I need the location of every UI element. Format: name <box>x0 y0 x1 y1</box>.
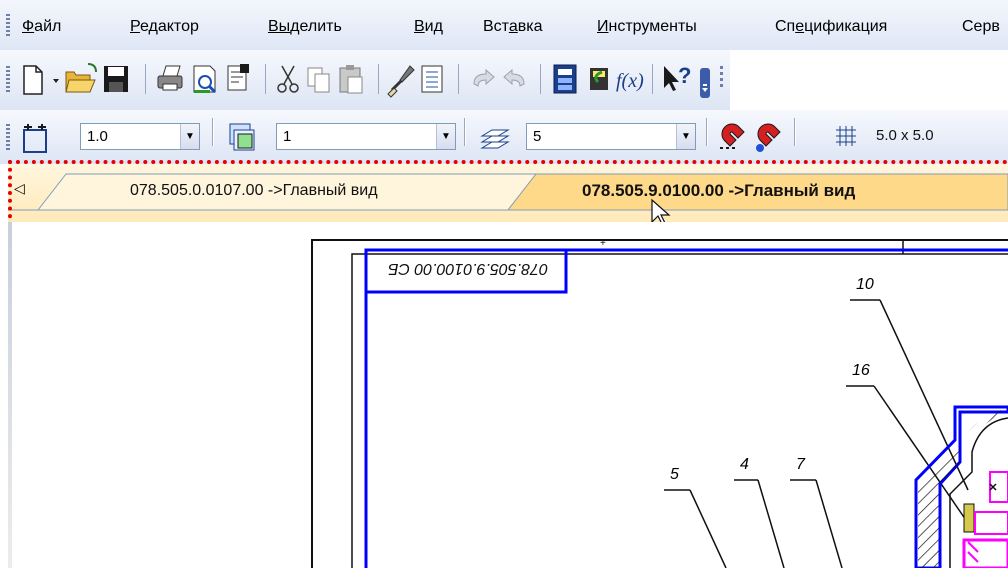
step-combo[interactable]: 1.0 ▼ <box>80 123 200 150</box>
grid-size-label[interactable]: 5.0 x 5.0 <box>876 127 934 144</box>
snap-local-icon[interactable] <box>716 118 752 156</box>
tab-drop-indicator-top <box>8 160 1008 164</box>
menu-view-label: ид <box>424 18 443 35</box>
menu-insert[interactable]: Вставка <box>483 18 542 36</box>
menu-insert-label: вка <box>517 18 543 35</box>
separator <box>794 118 795 146</box>
copy-icon[interactable] <box>307 67 330 93</box>
callout-7 <box>790 479 843 568</box>
callout-label-4: 4 <box>740 456 749 473</box>
tab-document-1[interactable]: 078.505.0.0107.00 ->Главный вид <box>130 182 378 200</box>
print-preview-icon[interactable] <box>193 65 217 94</box>
callout-label-16: 16 <box>852 362 870 379</box>
callout-5 <box>664 489 727 568</box>
menu-file[interactable]: Файл <box>22 18 61 36</box>
layer-value: 5 <box>533 128 542 145</box>
layer-combo[interactable]: 5 ▼ <box>526 123 696 150</box>
menu-editor-accel: Р <box>130 18 140 35</box>
new-document-icon[interactable] <box>23 65 43 95</box>
callout-4 <box>734 479 785 568</box>
current-state-toolbar: 1.0 ▼ 1 ▼ 5 ▼ 5.0 x 5.0 <box>0 110 1008 164</box>
grid-icon[interactable] <box>834 124 858 148</box>
toolbar-overflow-icon[interactable] <box>700 68 710 98</box>
part-section <box>914 405 1008 568</box>
manager-icon[interactable] <box>553 64 577 94</box>
menu-view-accel: В <box>414 18 425 35</box>
format-brush-icon[interactable] <box>387 65 415 98</box>
separator <box>464 118 465 146</box>
chevron-down-icon[interactable]: ▼ <box>436 124 455 149</box>
menu-insert-pre: Вст <box>483 18 509 35</box>
separator <box>212 118 213 146</box>
callout-label-7: 7 <box>796 456 805 473</box>
menu-editor-label: едактор <box>139 18 199 35</box>
document-tab-bar: ◁ 078.505.0.0107.00 ->Главный вид 078.50… <box>8 164 1008 227</box>
menu-select-accel: Вы <box>268 18 291 35</box>
drawing-sheet: 078.505.9.0100.00 СБ + <box>311 238 1008 568</box>
toolbar-empty-area <box>730 50 1008 110</box>
paste-icon[interactable] <box>339 65 363 94</box>
menu-file-label: айл <box>34 18 62 35</box>
views-icon[interactable] <box>226 120 262 156</box>
menu-tools-label: нструменты <box>608 18 697 35</box>
cursor-step-icon[interactable] <box>18 118 58 158</box>
redo-icon[interactable] <box>503 68 525 87</box>
document-properties-icon[interactable] <box>227 64 249 91</box>
menu-select[interactable]: Выделить <box>268 18 342 36</box>
report-icon[interactable] <box>421 65 443 93</box>
context-help-icon[interactable]: ? <box>664 63 691 91</box>
menu-view[interactable]: Вид <box>414 18 443 36</box>
undo-icon[interactable] <box>473 68 495 87</box>
variables-fx-icon[interactable]: f(x) <box>616 70 644 92</box>
view-combo[interactable]: 1 ▼ <box>276 123 456 150</box>
snap-global-icon[interactable] <box>752 118 788 156</box>
menu-bar: Файл Редактор Выделить Вид Вставка Инстр… <box>0 0 1008 50</box>
step-value: 1.0 <box>87 128 108 145</box>
standard-toolbar-icons: f(x) ? <box>23 50 1008 110</box>
menu-insert-accel: а <box>508 18 518 35</box>
open-folder-icon[interactable] <box>65 63 97 93</box>
menu-file-accel: Ф <box>22 18 35 35</box>
print-icon[interactable] <box>157 65 183 91</box>
library-icon[interactable] <box>590 68 608 90</box>
menu-specification[interactable]: Спецификация <box>775 18 887 36</box>
toolbar-grip-icon[interactable] <box>720 66 723 87</box>
cut-icon[interactable] <box>277 65 299 93</box>
menu-grip[interactable] <box>6 14 10 38</box>
menu-editor[interactable]: Редактор <box>130 18 199 36</box>
chevron-down-icon[interactable]: ▼ <box>180 124 199 149</box>
layers-icon[interactable] <box>478 120 514 156</box>
menu-spec-label: цификация <box>804 18 888 35</box>
callout-label-10: 10 <box>856 276 874 293</box>
separator <box>706 118 707 146</box>
tab-drop-indicator-left <box>8 160 12 226</box>
callout-label-5: 5 <box>670 466 679 483</box>
svg-text:?: ? <box>678 63 691 88</box>
svg-text:f(x): f(x) <box>616 70 644 92</box>
menu-tools[interactable]: Инструменты <box>597 18 697 36</box>
chevron-down-icon[interactable]: ▼ <box>676 124 695 149</box>
toolbar2-grip[interactable] <box>6 124 10 150</box>
menu-tools-accel: И <box>597 18 609 35</box>
sheet-mark: + <box>600 238 606 249</box>
menu-service[interactable]: Серв <box>962 18 1000 36</box>
drawing-canvas[interactable]: 078.505.9.0100.00 СБ + 10 16 5 4 7 <box>0 222 1008 568</box>
standard-toolbar: f(x) ? <box>0 50 1008 110</box>
tab-document-2-active[interactable]: 078.505.9.0100.00 ->Главный вид <box>582 181 855 201</box>
view-value: 1 <box>283 128 292 145</box>
dropdown-arrow-icon[interactable] <box>53 79 59 83</box>
menu-spec-accel: е <box>795 18 805 35</box>
menu-select-label: делить <box>290 18 342 35</box>
stamp-text: 078.505.9.0100.00 СБ <box>388 260 548 277</box>
menu-spec-pre: Сп <box>775 18 796 35</box>
save-icon[interactable] <box>104 66 128 92</box>
menu-service-label: Серв <box>962 18 1000 35</box>
tab-scroll-left-icon[interactable]: ◁ <box>14 180 25 197</box>
